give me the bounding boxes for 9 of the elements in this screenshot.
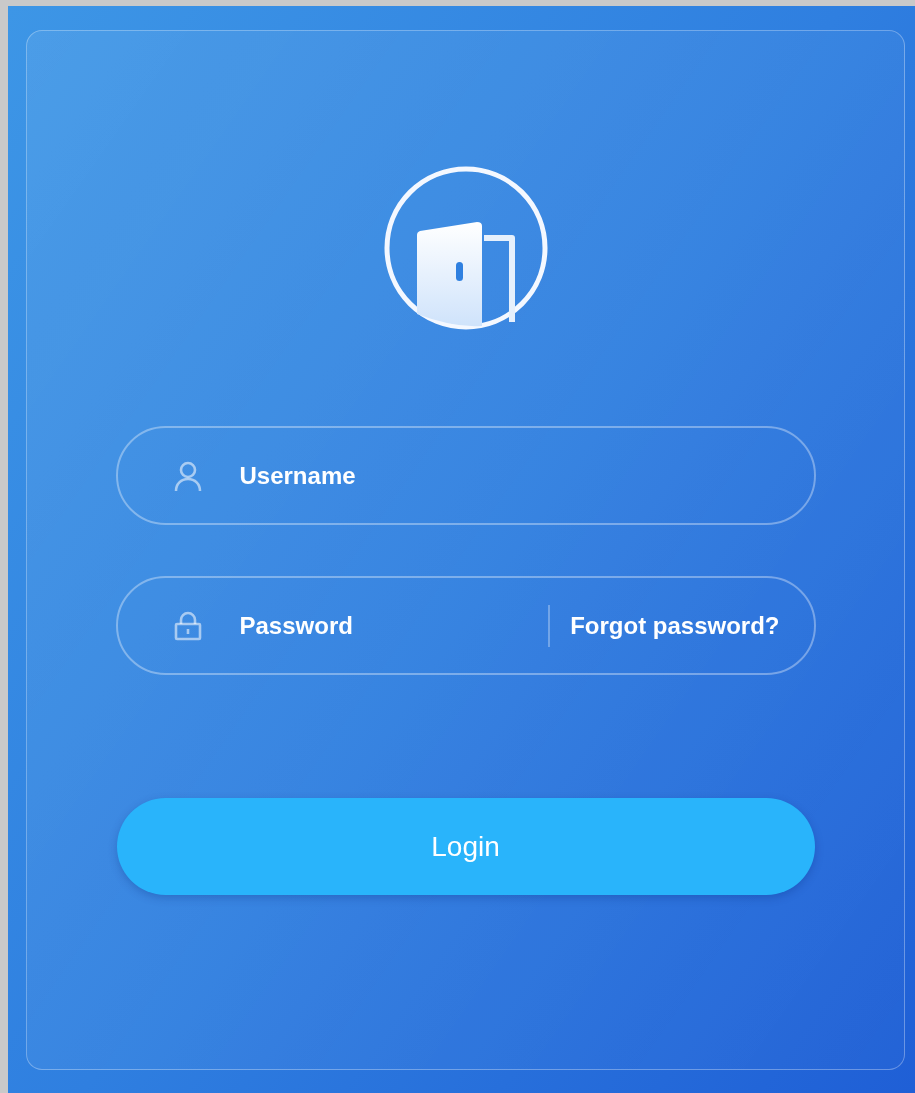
- password-input[interactable]: Password: [239, 607, 549, 644]
- person-icon: [172, 459, 203, 492]
- password-field[interactable]: Password Forgot password?: [115, 576, 816, 675]
- login-button[interactable]: Login: [116, 798, 815, 895]
- door-logo-icon: [383, 166, 548, 330]
- username-field[interactable]: Username: [115, 426, 816, 525]
- username-input[interactable]: Username: [239, 457, 814, 494]
- lock-icon: [172, 610, 203, 641]
- forgot-password-link[interactable]: Forgot password?: [570, 611, 780, 640]
